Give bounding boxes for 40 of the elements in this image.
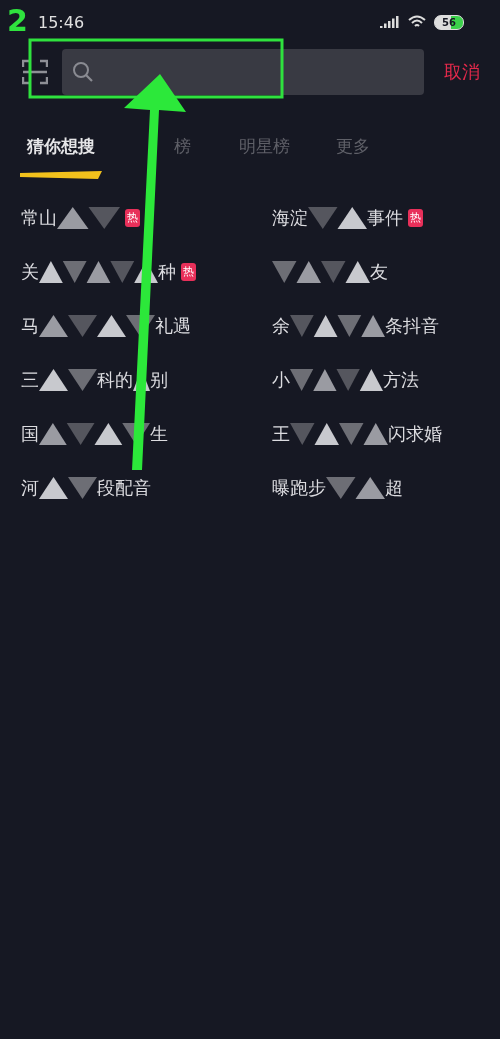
scan-icon[interactable] xyxy=(22,59,48,85)
mosaic-drawing xyxy=(39,369,97,391)
tab[interactable]: 猜你想搜 xyxy=(27,135,95,158)
suggestion-text[interactable]: 超 xyxy=(385,477,403,499)
suggestion-text[interactable]: 常山 xyxy=(21,207,57,229)
hot-tag: 热 xyxy=(408,209,423,227)
suggestion-text[interactable]: 条抖音 xyxy=(385,315,439,337)
suggestion-text[interactable]: 方法 xyxy=(383,369,419,391)
suggestion-text[interactable]: 生 xyxy=(150,423,168,445)
suggestion-text[interactable]: 礼遇 xyxy=(155,315,191,337)
status-time: 15:46 xyxy=(38,12,85,32)
mosaic-drawing xyxy=(308,207,367,229)
suggestion-text[interactable]: 科的 xyxy=(97,369,133,391)
suggestion-text[interactable]: 友 xyxy=(370,261,388,283)
search-icon xyxy=(72,61,94,83)
suggestion-text[interactable]: 关 xyxy=(21,261,39,283)
suggestion-text[interactable]: 三 xyxy=(21,369,39,391)
hot-tag: 热 xyxy=(181,263,196,281)
mosaic-drawing xyxy=(326,477,385,499)
search-field[interactable] xyxy=(62,49,424,95)
suggestion-text[interactable]: 段配音 xyxy=(97,477,151,499)
suggestion-text[interactable]: 海淀 xyxy=(272,207,308,229)
mosaic-drawing xyxy=(39,477,97,499)
hot-tag: 热 xyxy=(125,209,140,227)
cancel-button[interactable]: 取消 xyxy=(444,60,480,84)
signal-icon xyxy=(380,16,400,28)
suggestion-text[interactable]: 马 xyxy=(21,315,39,337)
suggestion-text[interactable]: 闪求婚 xyxy=(388,423,442,445)
suggestion-text[interactable]: 曝跑步 xyxy=(272,477,326,499)
suggestion-text[interactable]: 王 xyxy=(272,423,290,445)
suggestion-text[interactable]: 种 xyxy=(158,261,176,283)
wifi-icon xyxy=(408,15,426,29)
step-number: 2 xyxy=(7,6,28,36)
suggestion-text[interactable]: 国 xyxy=(21,423,39,445)
suggestion-text[interactable]: 河 xyxy=(21,477,39,499)
suggestion-text[interactable]: 别 xyxy=(150,369,168,391)
suggestion-text[interactable]: 事件 xyxy=(367,207,403,229)
mosaic-drawing xyxy=(57,207,120,229)
suggestion-text[interactable]: 小 xyxy=(272,369,290,391)
suggestion-text[interactable]: 余 xyxy=(272,315,290,337)
